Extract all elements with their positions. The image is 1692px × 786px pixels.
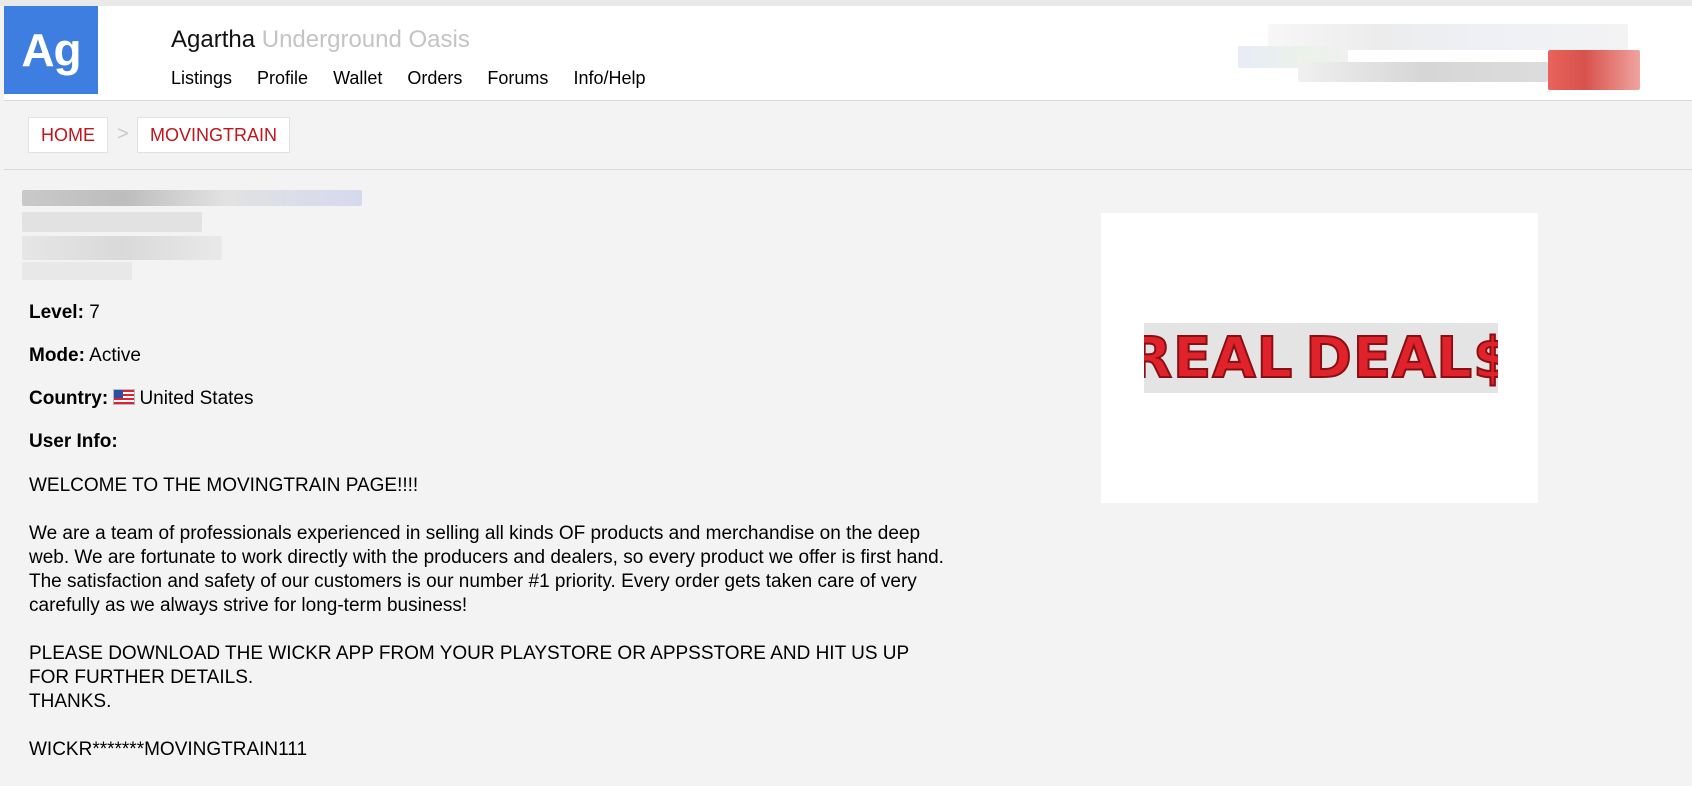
user-info-paragraph: WELCOME TO THE MOVINGTRAIN PAGE!!!! bbox=[29, 475, 419, 496]
user-info-label: User Info: bbox=[29, 431, 118, 452]
country-value: United States bbox=[139, 388, 254, 409]
nav-profile[interactable]: Profile bbox=[257, 68, 308, 89]
site-header: Ag Agartha Underground Oasis Listings Pr… bbox=[4, 6, 1692, 101]
user-info-paragraph: We are a team of professionals experienc… bbox=[29, 523, 944, 616]
user-info-paragraph: PLEASE DOWNLOAD THE WICKR APP FROM YOUR … bbox=[29, 643, 909, 712]
site-tagline: Underground Oasis bbox=[261, 26, 470, 53]
vendor-banner: REAL DEAL$ bbox=[1144, 323, 1498, 393]
vendor-banner-box: REAL DEAL$ bbox=[1101, 213, 1538, 503]
mode-value: Active bbox=[89, 345, 141, 366]
level-label: Level: bbox=[29, 302, 84, 323]
mode-field: Mode: Active bbox=[29, 345, 949, 367]
vendor-profile: Level: 7 Mode: Active Country: United St… bbox=[29, 302, 949, 786]
banner-text-left: REAL bbox=[1144, 325, 1294, 392]
site-name: Agartha bbox=[171, 26, 256, 53]
user-info-field: User Info: bbox=[29, 431, 949, 453]
breadcrumb: HOME > MOVINGTRAIN bbox=[4, 101, 1692, 170]
banner-text-right: DEAL$ bbox=[1304, 325, 1498, 392]
nav-info-help[interactable]: Info/Help bbox=[573, 68, 645, 89]
nav-orders[interactable]: Orders bbox=[407, 68, 462, 89]
user-info-paragraph: WICKR*******MOVINGTRAIN111 bbox=[29, 739, 308, 760]
site-logo[interactable]: Ag bbox=[4, 6, 98, 94]
nav-listings[interactable]: Listings bbox=[171, 68, 232, 89]
nav-forums[interactable]: Forums bbox=[487, 68, 548, 89]
breadcrumb-current[interactable]: MOVINGTRAIN bbox=[137, 117, 291, 153]
us-flag-icon bbox=[113, 389, 136, 405]
level-field: Level: 7 bbox=[29, 302, 949, 324]
level-value: 7 bbox=[89, 302, 100, 323]
main-nav: Listings Profile Wallet Orders Forums In… bbox=[171, 68, 670, 89]
user-info-text: WELCOME TO THE MOVINGTRAIN PAGE!!!! We a… bbox=[29, 474, 949, 762]
nav-wallet[interactable]: Wallet bbox=[333, 68, 382, 89]
breadcrumb-home[interactable]: HOME bbox=[28, 117, 108, 153]
redacted-account-area bbox=[1238, 18, 1678, 98]
redacted-vendor-name bbox=[22, 190, 362, 290]
country-label: Country: bbox=[29, 388, 109, 409]
mode-label: Mode: bbox=[29, 345, 85, 366]
breadcrumb-separator: > bbox=[117, 123, 129, 145]
country-field: Country: United States bbox=[29, 388, 949, 410]
site-title: Agartha Underground Oasis bbox=[171, 26, 470, 54]
